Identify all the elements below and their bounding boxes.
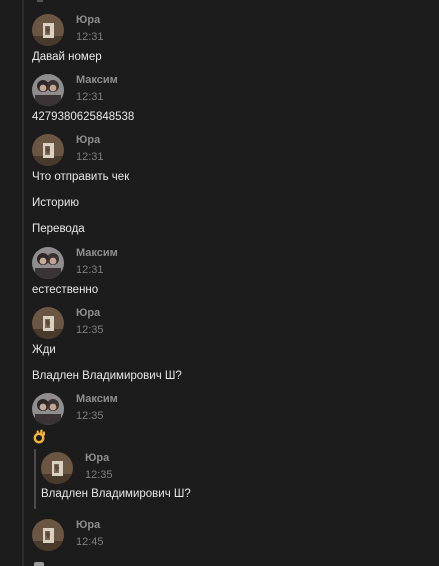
quoted-text: Владлен Владимирович Ш? <box>41 488 191 500</box>
timestamp: 12:31 <box>76 151 104 163</box>
author-name[interactable]: Юра <box>76 14 100 26</box>
chat-message-list[interactable]: Юра 12:31 Давай номер Максим 12:31 42793… <box>0 0 439 566</box>
author-name[interactable]: Юра <box>76 519 100 531</box>
author-name[interactable]: Максим <box>76 74 118 86</box>
message-text: Историю <box>32 197 79 209</box>
author-name[interactable]: Юра <box>76 134 100 146</box>
avatar-maksim[interactable] <box>32 247 64 279</box>
author-name[interactable]: Максим <box>76 247 118 259</box>
avatar-yura[interactable] <box>32 519 64 551</box>
message-text: Перевода <box>32 223 85 235</box>
timestamp: 12:31 <box>76 31 104 43</box>
author-name[interactable]: Максим <box>76 393 118 405</box>
ok-hand-emoji <box>31 428 47 444</box>
message-text: естественно <box>32 284 99 296</box>
truncated-message-indicator <box>34 562 44 566</box>
author-name[interactable]: Юра <box>76 307 100 319</box>
avatar-maksim[interactable] <box>32 74 64 106</box>
message-text: Давай номер <box>32 51 102 63</box>
avatar-yura[interactable] <box>32 134 64 166</box>
avatar-yura[interactable] <box>32 307 64 339</box>
message-text: Жди <box>32 344 56 356</box>
avatar-maksim[interactable] <box>32 393 64 425</box>
timestamp: 12:35 <box>85 469 113 481</box>
quote-bar <box>34 449 36 509</box>
scroll-up-indicator[interactable] <box>37 0 43 2</box>
message-text: Что отправить чек <box>32 171 130 183</box>
timestamp: 12:31 <box>76 264 104 276</box>
author-name[interactable]: Юра <box>85 452 109 464</box>
timestamp: 12:35 <box>76 410 104 422</box>
quoted-message[interactable]: Юра 12:35 Владлен Владимирович Ш? <box>34 449 294 509</box>
avatar-yura[interactable] <box>32 14 64 46</box>
avatar-yura[interactable] <box>41 452 73 484</box>
message-text: Владлен Владимирович Ш? <box>32 370 182 382</box>
timestamp: 12:35 <box>76 324 104 336</box>
message-text: 4279380625848538 <box>32 111 135 123</box>
conversation-rail <box>22 0 24 566</box>
timestamp: 12:45 <box>76 536 104 548</box>
timestamp: 12:31 <box>76 91 104 103</box>
